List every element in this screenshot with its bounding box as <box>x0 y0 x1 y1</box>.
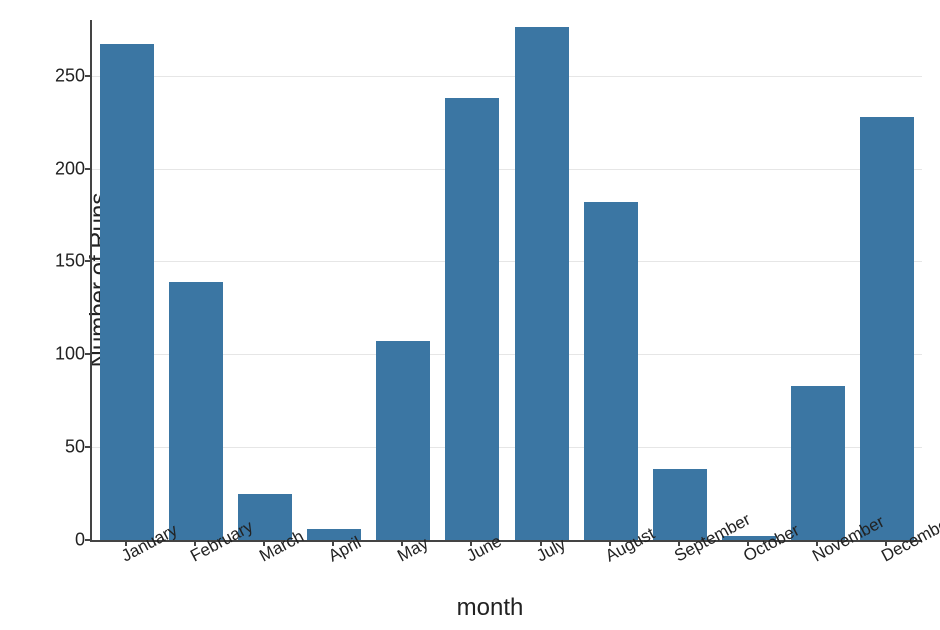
x-tick-label: May <box>394 544 412 566</box>
bar <box>860 117 914 540</box>
x-tick-label: June <box>464 544 482 566</box>
chart-container: Number of Runs month 050100150200250Janu… <box>0 0 940 630</box>
y-tick-mark <box>85 260 91 262</box>
x-tick-label: November <box>809 544 827 566</box>
y-tick-label: 250 <box>35 65 85 86</box>
x-tick-label: July <box>533 544 551 566</box>
y-tick-label: 0 <box>35 530 85 551</box>
y-tick-mark <box>85 75 91 77</box>
x-tick-label: February <box>187 544 205 566</box>
bar <box>791 386 845 540</box>
y-tick-label: 50 <box>35 437 85 458</box>
bar <box>169 282 223 540</box>
bar <box>376 341 430 540</box>
y-tick-label: 150 <box>35 251 85 272</box>
x-tick-label: April <box>325 544 343 566</box>
x-tick-label: October <box>740 544 758 566</box>
bar <box>584 202 638 540</box>
x-tick-label: January <box>118 544 136 566</box>
gridline <box>92 261 922 262</box>
bar <box>100 44 154 540</box>
y-tick-mark <box>85 353 91 355</box>
bar <box>445 98 499 540</box>
y-tick-mark <box>85 446 91 448</box>
plot-area <box>90 20 922 542</box>
x-tick-label: December <box>879 544 897 566</box>
x-axis-label: month <box>457 594 524 622</box>
x-tick-label: August <box>602 544 620 566</box>
y-tick-label: 100 <box>35 344 85 365</box>
gridline <box>92 169 922 170</box>
x-tick-label: March <box>256 544 274 566</box>
y-tick-mark <box>85 539 91 541</box>
gridline <box>92 76 922 77</box>
y-tick-label: 200 <box>35 158 85 179</box>
bar <box>653 469 707 540</box>
y-tick-mark <box>85 168 91 170</box>
x-tick-label: September <box>671 544 689 566</box>
bar <box>515 27 569 540</box>
